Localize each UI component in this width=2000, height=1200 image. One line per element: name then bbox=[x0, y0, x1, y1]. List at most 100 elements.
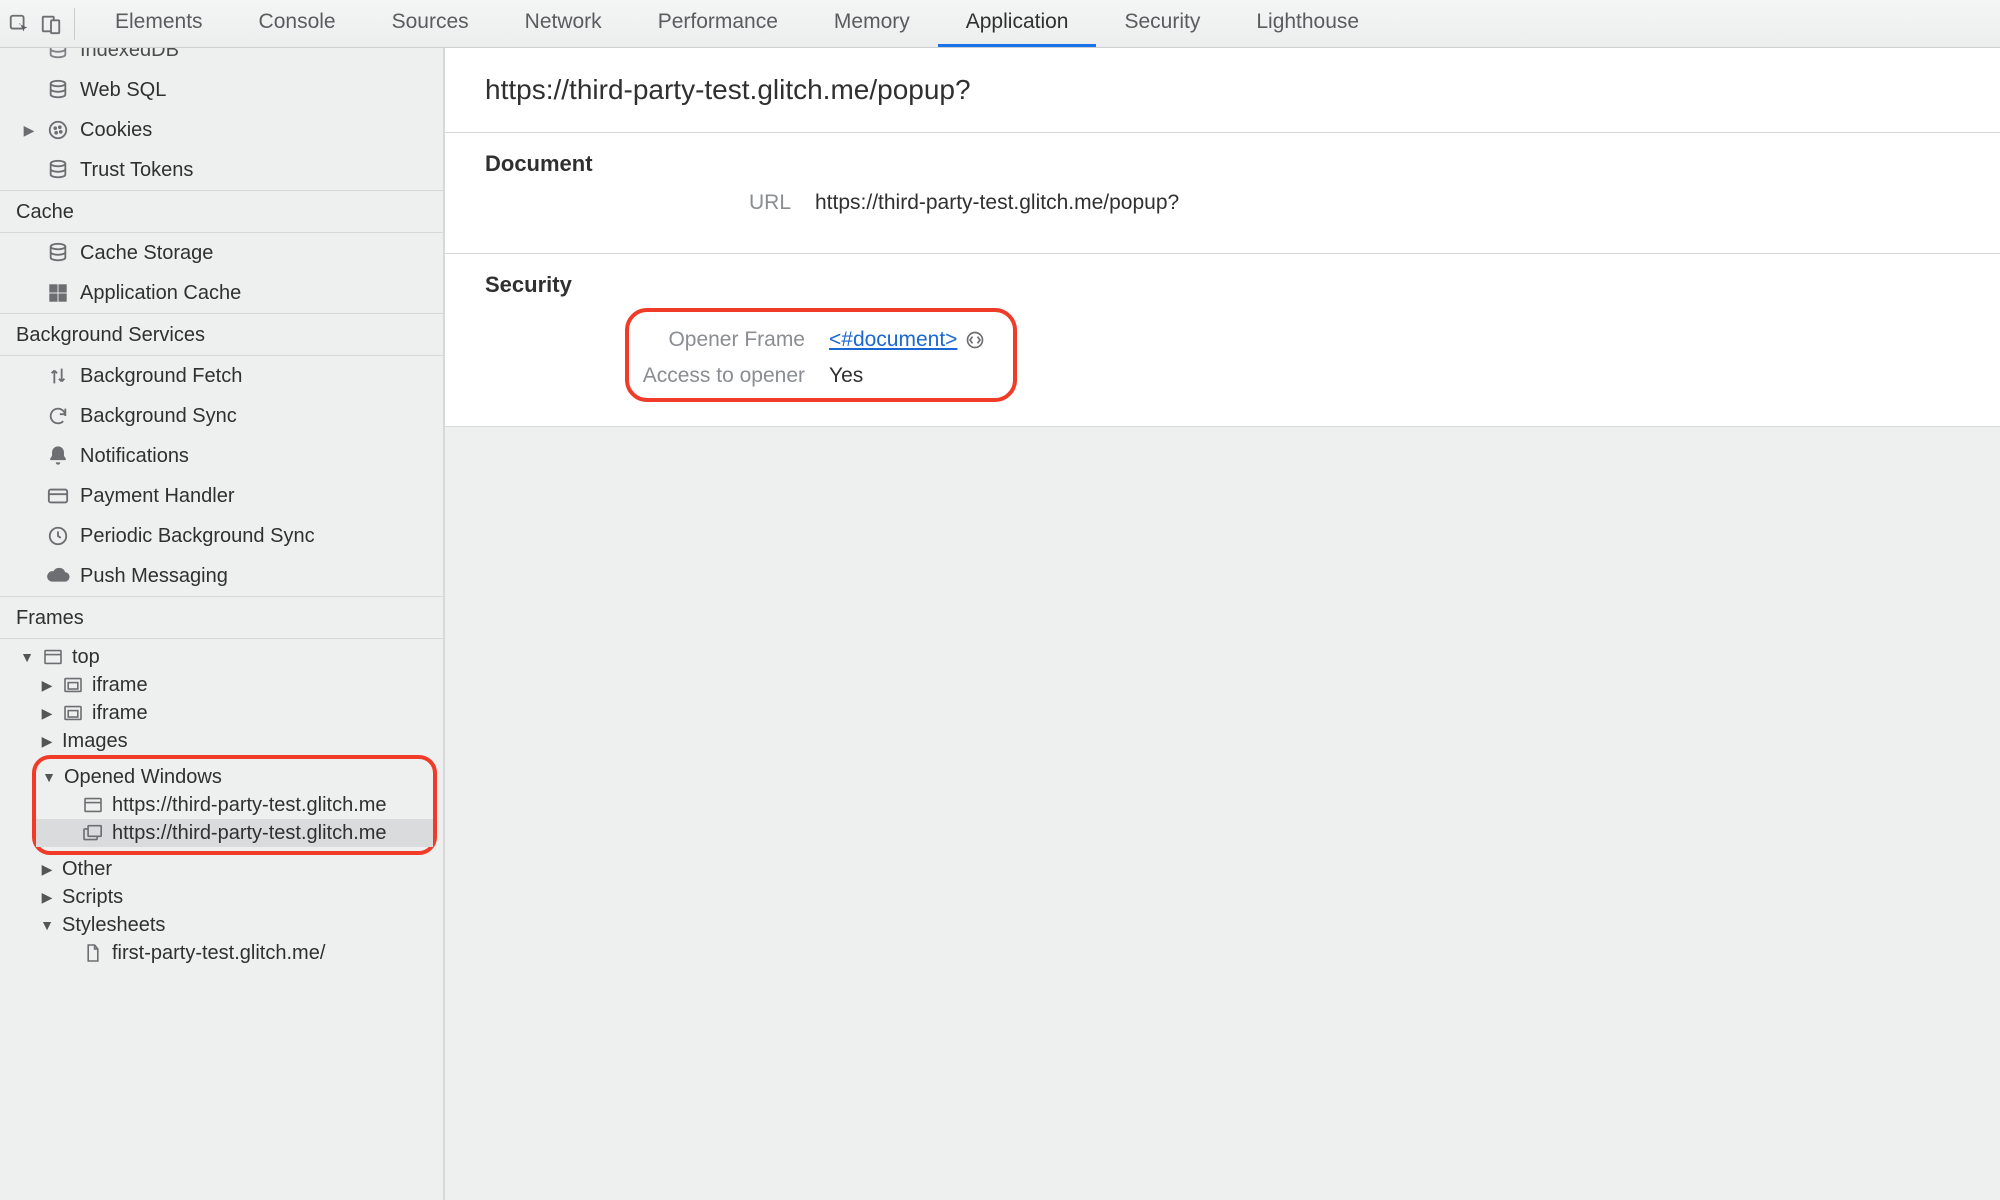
tree-ow1[interactable]: https://third-party-test.glitch.me bbox=[36, 791, 433, 819]
item-label: Background Sync bbox=[80, 402, 237, 430]
tree-iframe-1[interactable]: ▶ iframe bbox=[0, 671, 443, 699]
tree-ow2[interactable]: https://third-party-test.glitch.me bbox=[36, 819, 433, 847]
tree-iframe-2[interactable]: ▶ iframe bbox=[0, 699, 443, 727]
tab-lighthouse[interactable]: Lighthouse bbox=[1228, 0, 1387, 47]
tree-top[interactable]: ▼ top bbox=[0, 643, 443, 671]
storage-web-sql[interactable]: Web SQL bbox=[0, 70, 443, 110]
tree-scripts-label: Scripts bbox=[62, 883, 123, 911]
caret-down-icon: ▼ bbox=[20, 643, 34, 671]
item-label: Notifications bbox=[80, 442, 189, 470]
storage-item-label: Web SQL bbox=[80, 76, 166, 104]
storage-trust-tokens[interactable]: Trust Tokens bbox=[0, 150, 443, 190]
group-cache: Cache bbox=[0, 190, 443, 233]
item-cache-storage[interactable]: Cache Storage bbox=[0, 233, 443, 273]
select-element-icon[interactable] bbox=[8, 13, 30, 35]
tree-images-label: Images bbox=[62, 727, 128, 755]
item-label: Payment Handler bbox=[80, 482, 235, 510]
tree-stylesheets[interactable]: ▼ Stylesheets bbox=[0, 911, 443, 939]
tab-memory[interactable]: Memory bbox=[806, 0, 938, 47]
caret-right-icon: ▶ bbox=[40, 727, 54, 755]
caret-right-icon: ▶ bbox=[40, 671, 54, 699]
tab-sources[interactable]: Sources bbox=[364, 0, 497, 47]
application-sidebar: IndexedDB Web SQL ▶ Cookies Trust Tokens Cac… bbox=[0, 48, 445, 1200]
item-label: Periodic Background Sync bbox=[80, 522, 315, 550]
storage-item-label: IndexedDB bbox=[80, 48, 179, 64]
cloud-icon bbox=[46, 567, 70, 585]
main-panel: https://third-party-test.glitch.me/popup… bbox=[445, 48, 2000, 1200]
frames-tree: ▼ top ▶ iframe ▶ iframe ▶ Images ▼ bbox=[0, 639, 443, 971]
bell-icon bbox=[46, 445, 70, 467]
card-icon bbox=[46, 486, 70, 506]
windows-icon bbox=[82, 824, 104, 842]
tree-other-label: Other bbox=[62, 855, 112, 883]
frames-group-title: Frames bbox=[0, 596, 443, 639]
frame-url-title: https://third-party-test.glitch.me/popup… bbox=[445, 48, 2000, 133]
tab-elements[interactable]: Elements bbox=[87, 0, 231, 47]
window-icon bbox=[82, 797, 104, 813]
security-section: Security Opener Frame <#document> Access… bbox=[445, 254, 2000, 427]
tab-console[interactable]: Console bbox=[231, 0, 364, 47]
window-icon bbox=[42, 649, 64, 665]
sync-icon bbox=[46, 405, 70, 427]
item-background-fetch[interactable]: Background Fetch bbox=[0, 356, 443, 396]
opener-frame-label: Opener Frame bbox=[639, 328, 829, 352]
access-opener-value: Yes bbox=[829, 364, 863, 388]
tab-network[interactable]: Network bbox=[497, 0, 630, 47]
item-background-sync[interactable]: Background Sync bbox=[0, 396, 443, 436]
caret-down-icon: ▼ bbox=[42, 763, 56, 791]
tree-other[interactable]: ▶ Other bbox=[0, 855, 443, 883]
database-icon bbox=[46, 242, 70, 264]
database-icon bbox=[46, 48, 70, 61]
url-label: URL bbox=[485, 191, 815, 215]
caret-down-icon: ▼ bbox=[40, 911, 54, 939]
tree-stylesheet-leaf[interactable]: first-party-test.glitch.me/ bbox=[0, 939, 443, 967]
security-heading: Security bbox=[485, 272, 1960, 298]
url-value: https://third-party-test.glitch.me/popup… bbox=[815, 191, 1179, 215]
tree-images[interactable]: ▶ Images bbox=[0, 727, 443, 755]
item-label: Application Cache bbox=[80, 279, 241, 307]
access-opener-label: Access to opener bbox=[639, 364, 829, 388]
item-label: Cache Storage bbox=[80, 239, 213, 267]
tab-performance[interactable]: Performance bbox=[630, 0, 806, 47]
item-push-messaging[interactable]: Push Messaging bbox=[0, 556, 443, 596]
document-heading: Document bbox=[485, 151, 1960, 177]
tree-ow1-label: https://third-party-test.glitch.me bbox=[112, 791, 387, 819]
opener-frame-link[interactable]: <#document> bbox=[829, 328, 957, 351]
clock-icon bbox=[46, 525, 70, 547]
iframe-icon bbox=[62, 705, 84, 721]
updown-icon bbox=[46, 365, 70, 387]
tab-application[interactable]: Application bbox=[938, 0, 1097, 47]
storage-item-label: Cookies bbox=[80, 116, 152, 144]
tree-scripts[interactable]: ▶ Scripts bbox=[0, 883, 443, 911]
item-application-cache[interactable]: Application Cache bbox=[0, 273, 443, 313]
security-highlight: Opener Frame <#document> Access to opene… bbox=[625, 308, 1017, 402]
database-icon bbox=[46, 159, 70, 181]
tree-opened-windows[interactable]: ▼ Opened Windows bbox=[36, 763, 433, 791]
group-background-services: Background Services bbox=[0, 313, 443, 356]
opener-frame-value[interactable]: <#document> bbox=[829, 328, 985, 352]
tree-iframe-1-label: iframe bbox=[92, 671, 148, 699]
storage-item-label: Trust Tokens bbox=[80, 156, 193, 184]
item-label: Push Messaging bbox=[80, 562, 228, 590]
tree-ow2-label: https://third-party-test.glitch.me bbox=[112, 819, 387, 847]
tree-iframe-2-label: iframe bbox=[92, 699, 148, 727]
tabbar-tools bbox=[8, 8, 75, 40]
device-toggle-icon[interactable] bbox=[40, 13, 62, 35]
tree-leaf-label: first-party-test.glitch.me/ bbox=[112, 939, 325, 967]
file-icon bbox=[82, 943, 104, 963]
item-payment-handler[interactable]: Payment Handler bbox=[0, 476, 443, 516]
storage-indexeddb[interactable]: IndexedDB bbox=[0, 48, 443, 70]
item-periodic-background-sync[interactable]: Periodic Background Sync bbox=[0, 516, 443, 556]
tree-stylesheets-label: Stylesheets bbox=[62, 911, 165, 939]
item-notifications[interactable]: Notifications bbox=[0, 436, 443, 476]
item-label: Background Fetch bbox=[80, 362, 242, 390]
database-icon bbox=[46, 79, 70, 101]
reveal-icon[interactable] bbox=[965, 330, 985, 350]
document-section: Document URL https://third-party-test.gl… bbox=[445, 133, 2000, 254]
storage-cookies[interactable]: ▶ Cookies bbox=[0, 110, 443, 150]
caret-right-icon: ▶ bbox=[40, 855, 54, 883]
tab-security[interactable]: Security bbox=[1096, 0, 1228, 47]
caret-right-icon: ▶ bbox=[22, 116, 36, 144]
cookie-icon bbox=[46, 119, 70, 141]
tree-opened-label: Opened Windows bbox=[64, 763, 222, 791]
